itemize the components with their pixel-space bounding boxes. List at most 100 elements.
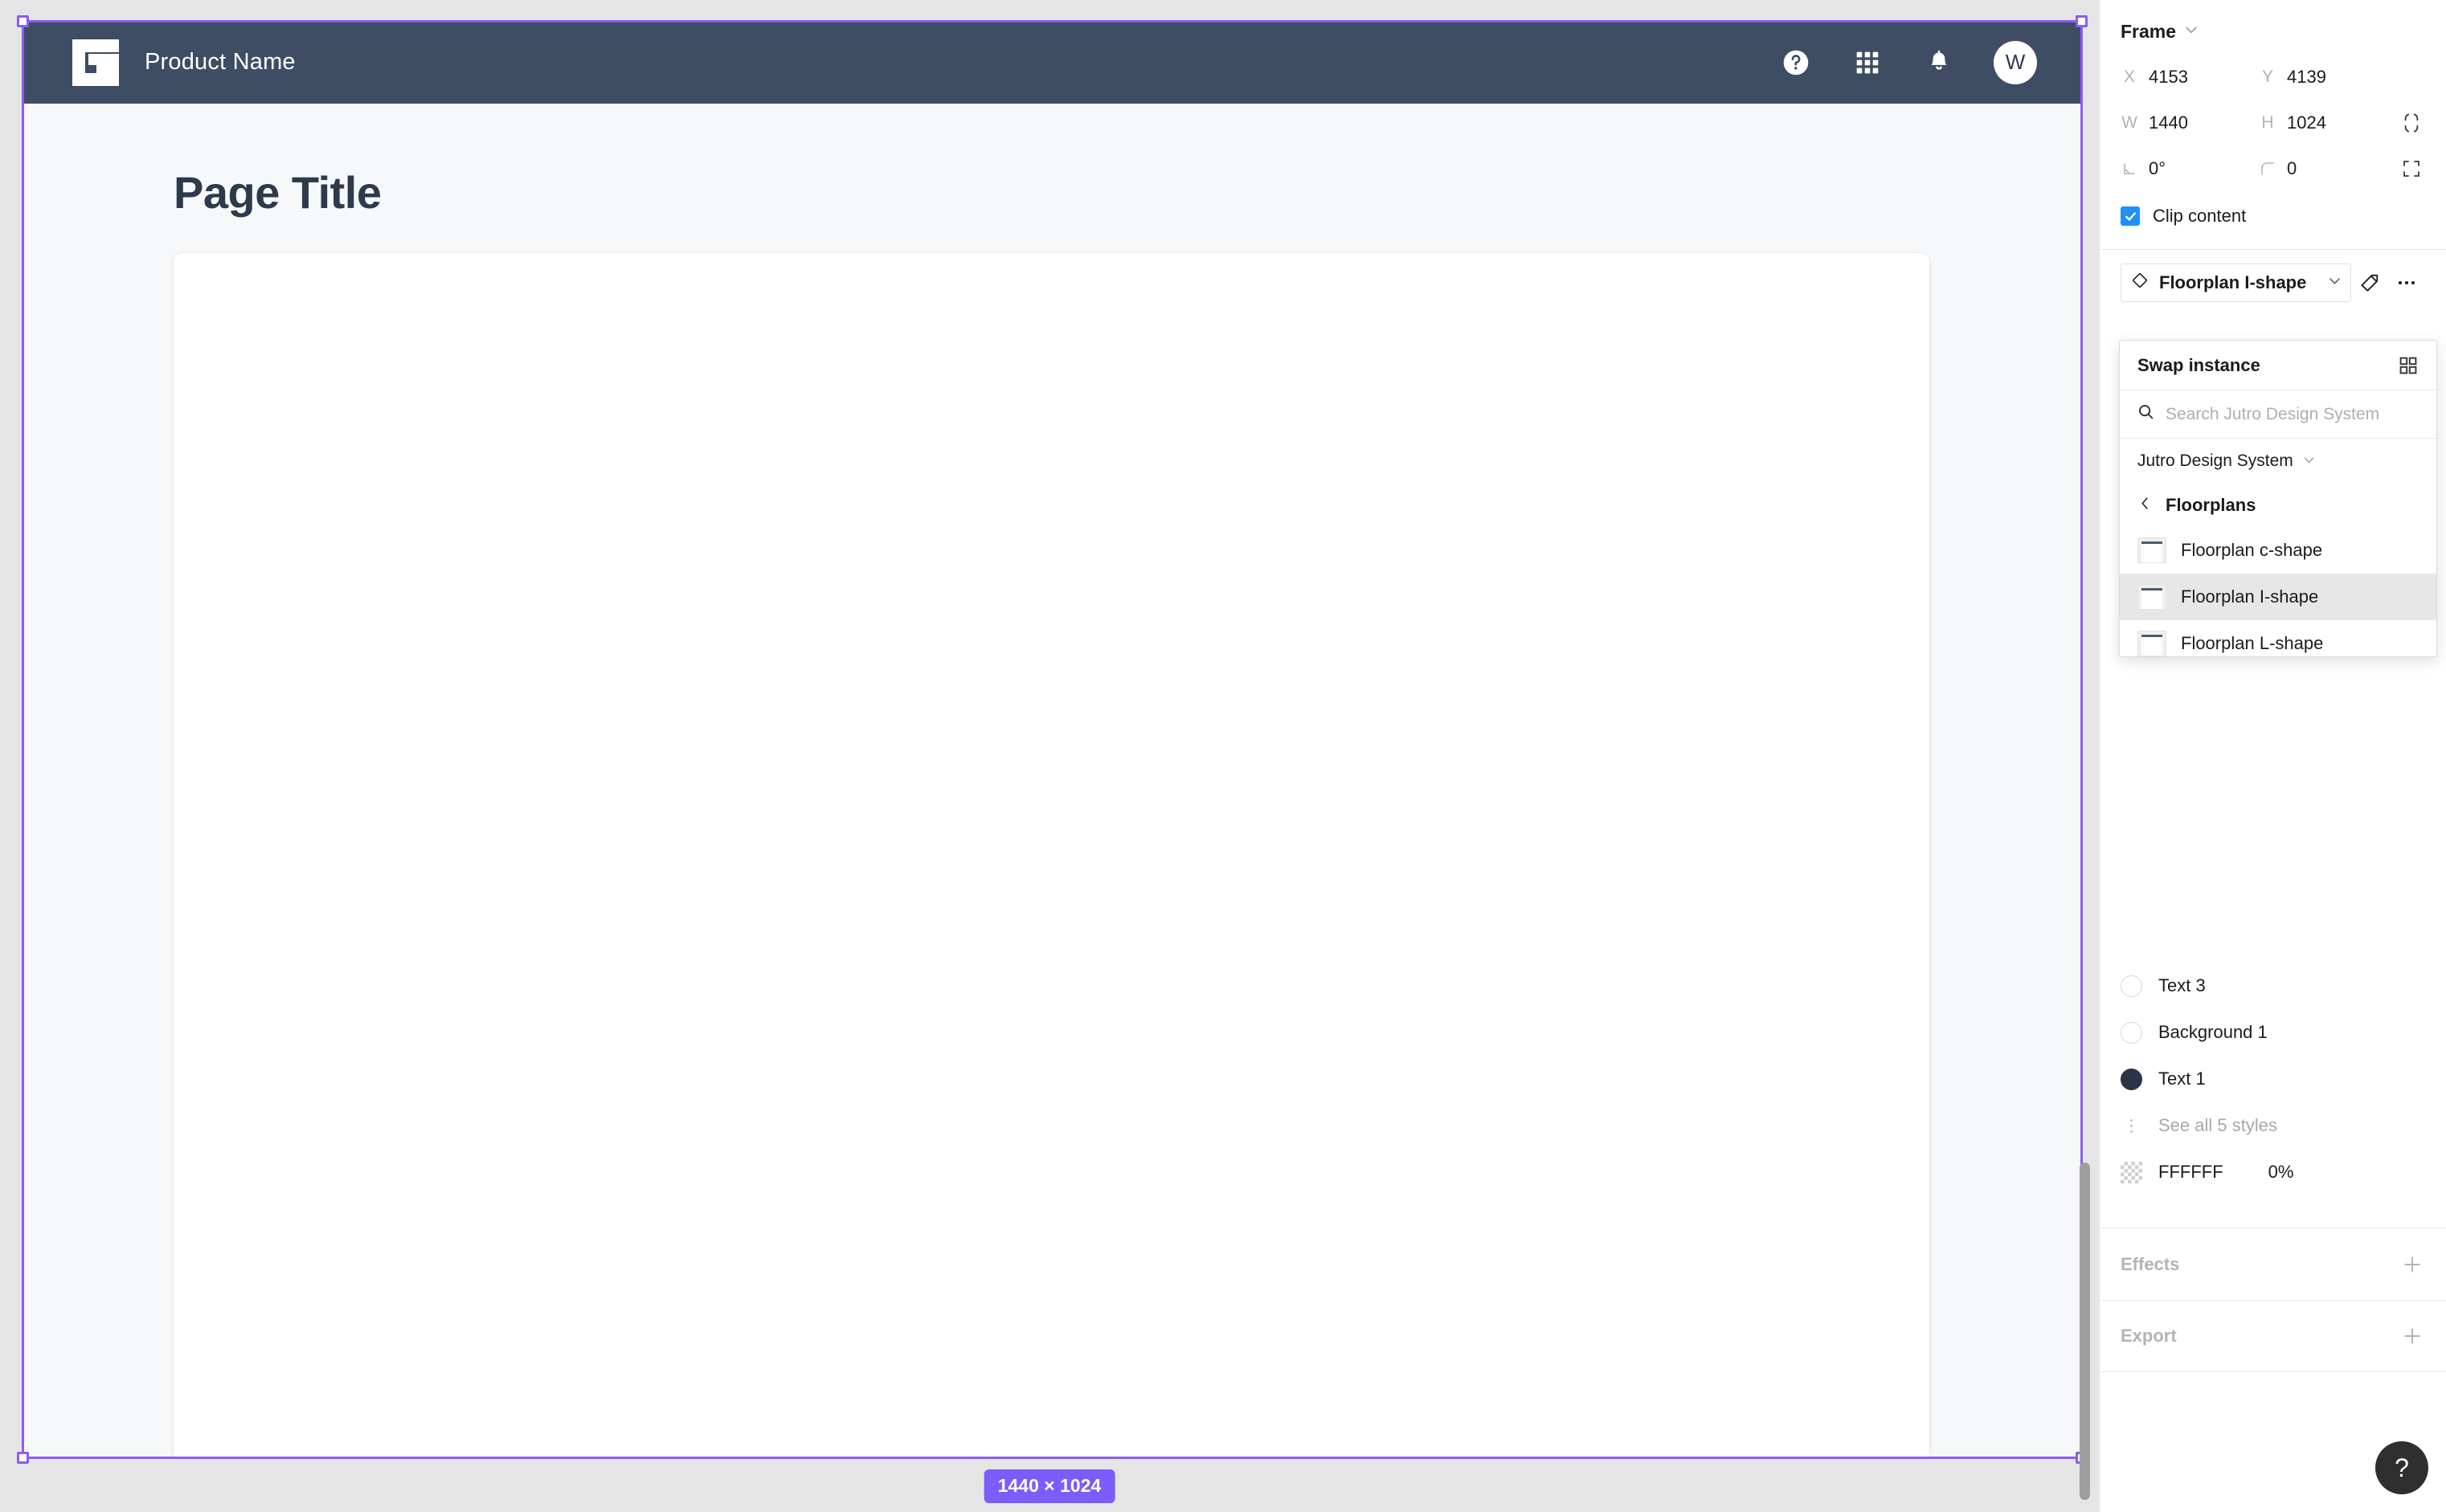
color-swatch[interactable]	[2121, 1068, 2142, 1090]
styles-list: Text 3 Background 1 Text 1 See all 5 sty…	[2100, 962, 2446, 1195]
avatar[interactable]: W	[1994, 40, 2037, 84]
chevron-down-icon[interactable]	[2327, 272, 2342, 293]
component-thumbnail	[2137, 537, 2166, 563]
component-thumbnail	[2137, 584, 2166, 610]
chevron-left-icon[interactable]	[2137, 495, 2153, 516]
fill-hex-value[interactable]: FFFFFF	[2158, 1162, 2223, 1183]
page-title: Page Title	[174, 167, 382, 218]
list-item[interactable]: Floorplan c-shape	[2120, 527, 2436, 574]
list-item-label: Floorplan c-shape	[2181, 540, 2323, 560]
link-proportions-icon[interactable]	[2398, 109, 2425, 137]
page-frame[interactable]: Product Name W Page Title	[22, 21, 2080, 1457]
instance-swap-dropdown[interactable]: Floorplan I-shape	[2121, 264, 2351, 302]
rotation-value: 0°	[2149, 157, 2166, 178]
y-label: Y	[2261, 67, 2273, 86]
clip-content-row[interactable]: Clip content	[2100, 191, 2446, 233]
chevron-down-icon[interactable]	[2183, 22, 2199, 43]
position-row: X 4153 Y 4139	[2121, 54, 2425, 100]
export-label: Export	[2121, 1326, 2177, 1346]
style-label: Background 1	[2158, 1022, 2268, 1042]
list-item-label: Floorplan L-shape	[2181, 633, 2324, 653]
effects-label: Effects	[2121, 1253, 2180, 1274]
x-field[interactable]: X 4153	[2121, 67, 2259, 88]
size-row: W 1440 H 1024	[2121, 100, 2425, 145]
height-field[interactable]: H 1024	[2259, 112, 2397, 133]
instance-name: Floorplan I-shape	[2159, 272, 2307, 292]
list-item[interactable]: Floorplan L-shape	[2120, 620, 2436, 656]
product-topbar: Product Name W	[22, 21, 2080, 104]
swap-search-input[interactable]: Search Jutro Design System	[2166, 405, 2379, 424]
corner-radius-value: 0	[2287, 157, 2297, 178]
rotation-radius-row: 0° 0	[2121, 145, 2425, 191]
component-thumbnail	[2137, 631, 2166, 656]
bell-icon[interactable]	[1922, 46, 1956, 80]
plus-icon[interactable]	[2399, 1251, 2426, 1278]
design-canvas[interactable]: Product Name W Page Title 1440 × 1024	[0, 0, 2099, 1512]
independent-corners-icon[interactable]	[2398, 155, 2425, 182]
help-button[interactable]: ?	[2375, 1441, 2428, 1494]
search-icon	[2137, 403, 2154, 425]
drag-handle-icon[interactable]	[2121, 1118, 2142, 1133]
style-row[interactable]: Text 3	[2100, 962, 2446, 1009]
color-swatch[interactable]	[2121, 1021, 2142, 1044]
chevron-down-icon[interactable]	[2302, 451, 2316, 472]
corner-radius-icon	[2259, 161, 2276, 176]
x-label: X	[2123, 67, 2135, 86]
swap-breadcrumb-label: Floorplans	[2166, 495, 2256, 515]
swap-popover-header: Swap instance	[2120, 341, 2436, 390]
more-horizontal-icon[interactable]	[2388, 264, 2425, 301]
y-field[interactable]: Y 4139	[2259, 67, 2397, 88]
effects-section: Effects	[2100, 1228, 2446, 1300]
swap-instance-popover: Swap instance Search Jutro Design System	[2119, 340, 2437, 657]
clip-content-label: Clip content	[2153, 206, 2247, 226]
instance-row: Floorplan I-shape	[2100, 250, 2446, 302]
w-label: W	[2121, 112, 2137, 132]
list-item-label: Floorplan I-shape	[2181, 586, 2319, 607]
rotation-field[interactable]: 0°	[2121, 158, 2259, 179]
style-row[interactable]: Text 1	[2100, 1056, 2446, 1102]
color-swatch[interactable]	[2121, 975, 2142, 997]
brand-name: Product Name	[145, 49, 296, 75]
swap-search-row[interactable]: Search Jutro Design System	[2120, 390, 2436, 439]
grid-view-icon[interactable]	[2395, 352, 2422, 379]
swap-popover-title: Swap instance	[2137, 354, 2260, 375]
list-item[interactable]: Floorplan I-shape	[2120, 574, 2436, 620]
see-all-styles-label: See all 5 styles	[2158, 1115, 2277, 1135]
style-label: Text 3	[2158, 975, 2206, 995]
properties-panel: Frame X 4153 Y 4139 W 1440 H 1024 0° 0 C…	[2099, 0, 2446, 1512]
swap-component-list: Floorplan c-shape Floorplan I-shape Floo…	[2120, 527, 2436, 656]
swap-breadcrumb[interactable]: Floorplans	[2120, 484, 2436, 527]
swap-library-row[interactable]: Jutro Design System	[2120, 439, 2436, 484]
export-section: Export	[2100, 1300, 2446, 1372]
brand-block: Product Name	[71, 38, 296, 88]
fill-opacity-value[interactable]: 0%	[2268, 1162, 2294, 1183]
fill-row[interactable]: FFFFFF 0%	[2100, 1149, 2446, 1195]
style-label: Text 1	[2158, 1069, 2206, 1089]
dimension-badge: 1440 × 1024	[984, 1469, 1115, 1503]
figma-editor-screen: Product Name W Page Title 1440 × 1024 Fr…	[0, 0, 2446, 1512]
go-to-main-component-icon[interactable]	[2351, 264, 2388, 301]
frame-section-title: Frame	[2121, 21, 2177, 42]
content-card	[174, 253, 1929, 1457]
corner-radius-field[interactable]: 0	[2259, 158, 2397, 179]
w-value: 1440	[2149, 112, 2188, 133]
canvas-scrollbar-thumb[interactable]	[2080, 1163, 2090, 1500]
rotation-icon	[2121, 161, 2138, 176]
canvas-scrollbar[interactable]	[2076, 0, 2092, 1512]
style-row[interactable]: Background 1	[2100, 1009, 2446, 1056]
apps-grid-icon[interactable]	[1851, 46, 1884, 80]
clip-content-checkbox[interactable]	[2121, 206, 2140, 226]
h-value: 1024	[2287, 112, 2326, 133]
component-diamond-icon	[2131, 272, 2149, 294]
see-all-styles-row[interactable]: See all 5 styles	[2100, 1102, 2446, 1149]
width-field[interactable]: W 1440	[2121, 112, 2259, 133]
plus-icon[interactable]	[2399, 1322, 2426, 1350]
x-value: 4153	[2149, 66, 2188, 87]
h-label: H	[2261, 112, 2274, 132]
topbar-actions: W	[1779, 40, 2037, 84]
product-logo-g-mark	[72, 39, 119, 86]
y-value: 4139	[2287, 66, 2326, 87]
help-circle-icon[interactable]	[1779, 46, 1813, 80]
transparency-swatch[interactable]	[2121, 1161, 2142, 1183]
frame-section-header[interactable]: Frame	[2100, 0, 2446, 43]
